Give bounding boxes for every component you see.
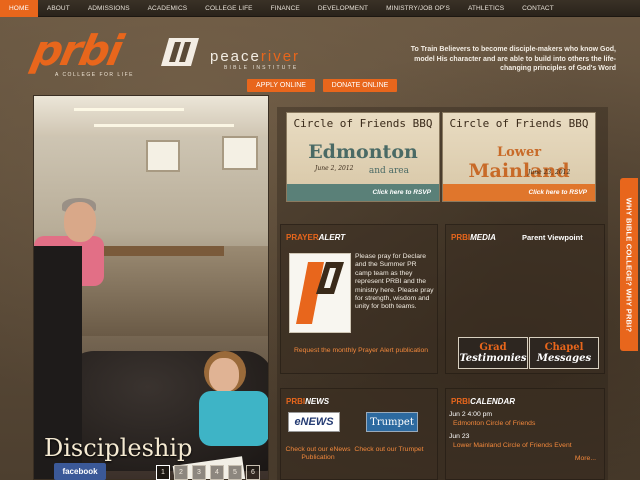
- event-title: Circle of Friends BBQ: [293, 117, 433, 130]
- hero-photo-window: [222, 136, 258, 170]
- hero-photo-ceiling: [34, 96, 268, 136]
- mission-statement: To Train Believers to become disciple-ma…: [410, 46, 616, 72]
- event-rsvp-link[interactable]: Click here to RSVP: [443, 184, 595, 201]
- pager-page-5[interactable]: 5: [228, 465, 242, 480]
- hero-photo-girl-shirt: [199, 391, 268, 446]
- chapel-messages-button[interactable]: Chapel Messages: [529, 337, 599, 369]
- logo-tagline: A COLLEGE FOR LIFE: [55, 72, 134, 78]
- calendar-date: Jun 23: [449, 433, 470, 441]
- event-rsvp-link[interactable]: Click here to RSVP: [287, 184, 439, 201]
- parent-viewpoint-link[interactable]: Parent Viewpoint: [522, 233, 583, 242]
- enews-logo-link[interactable]: eNEWS: [288, 412, 340, 432]
- prbi-news-heading: PRBINEWS: [286, 397, 329, 406]
- hero-photo-girl-head: [209, 358, 239, 392]
- prayer-alert-text: Please pray for Declare and the Summer P…: [355, 253, 434, 311]
- prayer-alert-box: PRAYERALERT Please pray for Declare and …: [280, 224, 438, 374]
- hero-slideshow[interactable]: Discipleship: [33, 95, 269, 480]
- prbi-logo[interactable]: prbi A COLLEGE FOR LIFE: [28, 26, 203, 80]
- hero-caption: Discipleship: [44, 434, 193, 462]
- institute-name[interactable]: peaceriver BIBLE INSTITUTE: [210, 48, 300, 71]
- prbi-vertical-logo-icon: [296, 262, 344, 324]
- button-line-1: Chapel: [544, 342, 584, 353]
- nav-athletics[interactable]: ATHLETICS: [459, 0, 513, 17]
- nav-contact[interactable]: CONTACT: [513, 0, 563, 17]
- calendar-list: Jun 2 4:00 pm Edmonton Circle of Friends…: [449, 411, 603, 455]
- calendar-event-link[interactable]: Lower Mainland Circle of Friends Event: [449, 442, 572, 449]
- event-date: June 2, 2012: [315, 165, 354, 172]
- prayer-alert-request-link[interactable]: Request the monthly Prayer Alert publica…: [291, 347, 431, 355]
- trumpet-logo-link[interactable]: Trumpet: [366, 412, 418, 432]
- heading-prefix: PRBI: [286, 397, 306, 406]
- hero-photo-man-head: [64, 202, 96, 242]
- event-place-sub: and area: [368, 166, 409, 176]
- heading-label: CALENDAR: [470, 397, 516, 406]
- heading-label: NEWS: [305, 397, 330, 406]
- logo-mark-icon: [161, 38, 199, 66]
- calendar-item: Jun 23 Lower Mainland Circle of Friends …: [449, 433, 603, 450]
- button-line-2: Messages: [536, 353, 592, 364]
- calendar-event-link[interactable]: Edmonton Circle of Friends: [449, 420, 535, 427]
- nav-admissions[interactable]: ADMISSIONS: [79, 0, 139, 17]
- nav-about[interactable]: ABOUT: [38, 0, 79, 17]
- pager-page-2[interactable]: 2: [174, 465, 188, 480]
- prbi-media-heading: PRBIMEDIA: [451, 233, 496, 242]
- hero-photo-light: [74, 108, 184, 111]
- calendar-more-link[interactable]: More...: [575, 455, 596, 462]
- heading-label: ALERT: [318, 233, 346, 242]
- trumpet-caption-link[interactable]: Check out our Trumpet: [353, 446, 425, 454]
- prbi-news-box: PRBINEWS eNEWS Trumpet Check out our eNe…: [280, 388, 438, 480]
- calendar-item: Jun 2 4:00 pm Edmonton Circle of Friends: [449, 411, 603, 428]
- heading-label: MEDIA: [470, 233, 496, 242]
- heading-prefix: PRBI: [451, 233, 471, 242]
- prbi-calendar-heading: PRBICALENDAR: [451, 397, 515, 406]
- side-tab-label: WHY BIBLE COLLEGE? WHY PRBI?: [624, 197, 634, 332]
- button-line-1: Grad: [479, 342, 507, 353]
- nav-home[interactable]: HOME: [0, 0, 38, 17]
- institute-subtitle: BIBLE INSTITUTE: [224, 65, 299, 71]
- nav-development[interactable]: DEVELOPMENT: [309, 0, 377, 17]
- nav-finance[interactable]: FINANCE: [262, 0, 309, 17]
- slideshow-pager: 1 2 3 4 5 6: [156, 465, 260, 480]
- top-navigation: HOME ABOUT ADMISSIONS ACADEMICS COLLEGE …: [0, 0, 640, 17]
- pager-page-6[interactable]: 6: [246, 465, 260, 480]
- hero-photo-light: [94, 124, 234, 127]
- heading-prefix: PRBI: [451, 397, 471, 406]
- prayer-alert-heading: PRAYERALERT: [286, 233, 345, 242]
- event-date: June 23, 2012: [528, 169, 571, 176]
- logo-wordmark: prbi: [27, 26, 126, 75]
- prayer-alert-logo: [289, 253, 351, 333]
- why-bible-college-tab[interactable]: WHY BIBLE COLLEGE? WHY PRBI?: [620, 178, 638, 351]
- pager-page-1[interactable]: 1: [156, 465, 170, 480]
- nav-ministry-job-ops[interactable]: MINISTRY/JOB OP'S: [377, 0, 459, 17]
- event-place-name: Edmonton: [308, 141, 418, 163]
- event-banner-lower-mainland[interactable]: Circle of Friends BBQ Lower Mainland Jun…: [442, 112, 596, 202]
- event-title: Circle of Friends BBQ: [449, 117, 589, 130]
- institute-peace: peace: [210, 48, 261, 65]
- event-place: Lower Mainland: [443, 143, 595, 181]
- hero-photo-window: [146, 140, 180, 172]
- prbi-media-box: PRBIMEDIA Parent Viewpoint Grad Testimon…: [445, 224, 605, 374]
- grad-testimonies-button[interactable]: Grad Testimonies: [458, 337, 528, 369]
- enews-caption-link[interactable]: Check out our eNews Publication: [282, 446, 354, 463]
- pager-page-3[interactable]: 3: [192, 465, 206, 480]
- nav-academics[interactable]: ACADEMICS: [139, 0, 197, 17]
- facebook-button[interactable]: facebook: [54, 463, 106, 480]
- prbi-calendar-box: PRBICALENDAR Jun 2 4:00 pm Edmonton Circ…: [445, 388, 605, 480]
- apply-online-button[interactable]: APPLY ONLINE: [247, 79, 315, 92]
- donate-online-button[interactable]: DONATE ONLINE: [323, 79, 397, 92]
- heading-prefix: PRAYER: [286, 233, 319, 242]
- institute-river: river: [260, 48, 301, 65]
- pager-page-4[interactable]: 4: [210, 465, 224, 480]
- nav-college-life[interactable]: COLLEGE LIFE: [196, 0, 261, 17]
- event-banner-edmonton[interactable]: Circle of Friends BBQ Edmonton and area …: [286, 112, 440, 202]
- event-place: Edmonton and area: [287, 143, 439, 181]
- button-line-2: Testimonies: [459, 353, 527, 364]
- calendar-date: Jun 2 4:00 pm: [449, 411, 493, 418]
- institute-title: peaceriver: [210, 48, 300, 65]
